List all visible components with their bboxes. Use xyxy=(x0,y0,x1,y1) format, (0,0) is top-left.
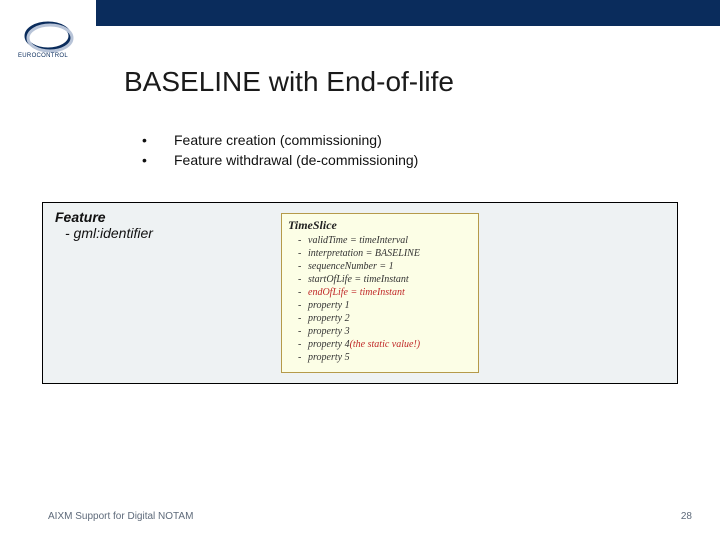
timeslice-row: -property 2 xyxy=(298,312,472,325)
timeslice-row: -interpretation = BASELINE xyxy=(298,247,472,260)
timeslice-row: -sequenceNumber = 1 xyxy=(298,260,472,273)
bullet-text: Feature withdrawal (de-commissioning) xyxy=(174,150,418,170)
timeslice-text-red: endOfLife = timeInstant xyxy=(308,286,405,299)
bullet-item: • Feature creation (commissioning) xyxy=(142,130,418,150)
footer-text: AIXM Support for Digital NOTAM xyxy=(48,511,193,522)
timeslice-row: -property 4 (the static value!) xyxy=(298,338,472,351)
timeslice-box: TimeSlice -validTime = timeInterval -int… xyxy=(281,213,479,373)
timeslice-row: -property 5 xyxy=(298,351,472,364)
dash-icon: - xyxy=(298,260,308,273)
timeslice-row: -property 1 xyxy=(298,299,472,312)
timeslice-row: -property 3 xyxy=(298,325,472,338)
timeslice-text: property 5 xyxy=(308,351,350,364)
timeslice-row: -startOfLife = timeInstant xyxy=(298,273,472,286)
dash-icon: - xyxy=(298,338,308,351)
timeslice-text: startOfLife = timeInstant xyxy=(308,273,409,286)
eurocontrol-logo: EUROCONTROL xyxy=(18,20,90,63)
page-number: 28 xyxy=(681,511,692,522)
timeslice-list: -validTime = timeInterval -interpretatio… xyxy=(288,234,472,364)
timeslice-row: -validTime = timeInterval xyxy=(298,234,472,247)
timeslice-text: property 1 xyxy=(308,299,350,312)
timeslice-text: property 2 xyxy=(308,312,350,325)
dash-icon: - xyxy=(298,312,308,325)
bullet-text: Feature creation (commissioning) xyxy=(174,130,382,150)
bullet-dot-icon: • xyxy=(142,130,174,150)
dash-icon: - xyxy=(298,234,308,247)
dash-icon: - xyxy=(298,273,308,286)
dash-icon: - xyxy=(298,351,308,364)
timeslice-text: property 3 xyxy=(308,325,350,338)
timeslice-text: interpretation = BASELINE xyxy=(308,247,420,260)
dash-icon: - xyxy=(298,247,308,260)
timeslice-text: validTime = timeInterval xyxy=(308,234,408,247)
bullet-item: • Feature withdrawal (de-commissioning) xyxy=(142,150,418,170)
page-title: BASELINE with End-of-life xyxy=(124,66,454,98)
dash-icon: - xyxy=(298,325,308,338)
feature-box: Feature - gml:identifier TimeSlice -vali… xyxy=(42,202,678,384)
eurocontrol-logo-svg: EUROCONTROL xyxy=(18,20,90,58)
logo-text: EUROCONTROL xyxy=(18,53,68,58)
timeslice-title: TimeSlice xyxy=(288,218,472,233)
timeslice-suffix-red: (the static value!) xyxy=(350,338,421,351)
dash-icon: - xyxy=(298,299,308,312)
timeslice-row: -endOfLife = timeInstant xyxy=(298,286,472,299)
dash-icon: - xyxy=(298,286,308,299)
timeslice-text: sequenceNumber = 1 xyxy=(308,260,394,273)
bullet-dot-icon: • xyxy=(142,150,174,170)
bullet-list: • Feature creation (commissioning) • Fea… xyxy=(142,130,418,171)
timeslice-text: property 4 xyxy=(308,338,350,351)
slide: EUROCONTROL BASELINE with End-of-life • … xyxy=(0,0,720,540)
header-bar xyxy=(96,0,720,26)
